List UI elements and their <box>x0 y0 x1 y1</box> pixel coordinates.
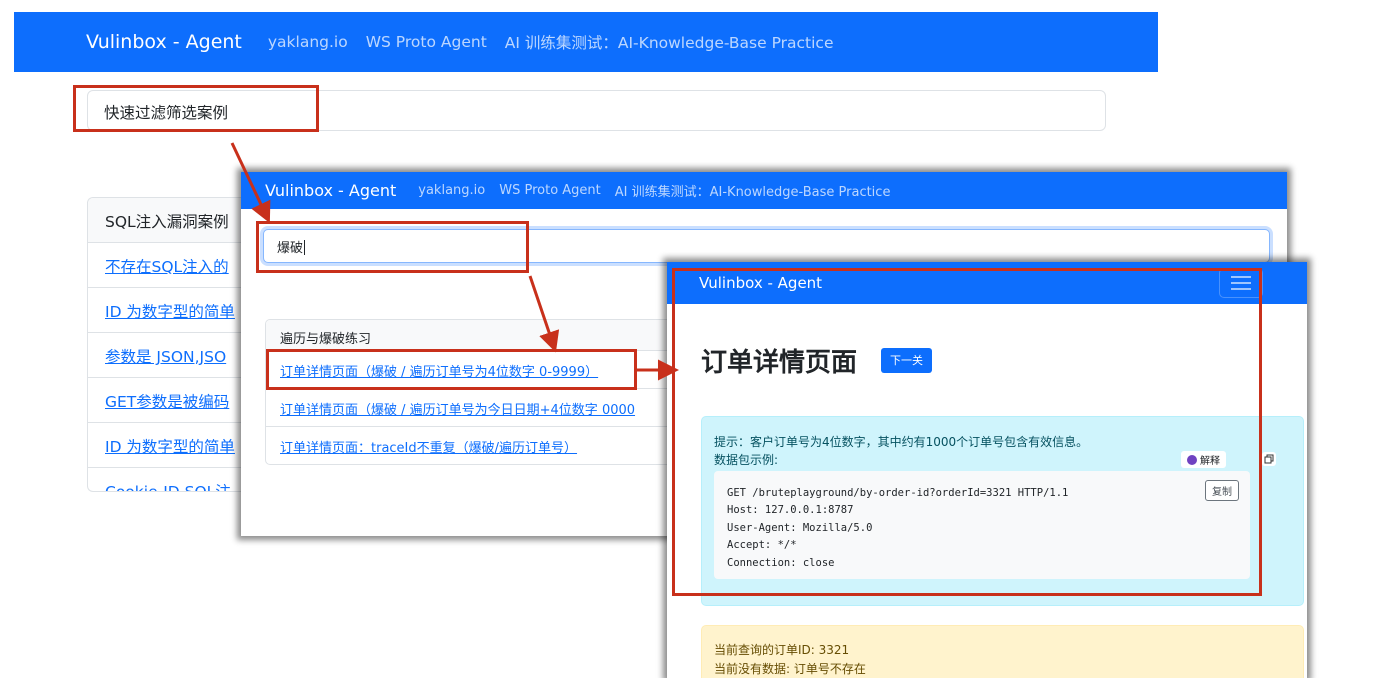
case-link[interactable]: 参数是 JSON,JSO <box>105 348 226 366</box>
list-item: ID 为数字型的简单 <box>88 288 257 333</box>
nav-link-ai-kb[interactable]: AI 训练集测试：AI-Knowledge-Base Practice <box>505 31 834 53</box>
highlight-box-case-link <box>266 349 637 390</box>
top-navbar: Vulinbox - Agent yaklang.io WS Proto Age… <box>14 12 1158 72</box>
status-alert: 当前查询的订单ID: 3321 当前没有数据: 订单号不存在 <box>701 625 1304 678</box>
card-title: 遍历与爆破练习 <box>266 320 684 351</box>
list-item: Cookie-ID SQL注 <box>88 468 257 491</box>
nav-link-yaklang[interactable]: yaklang.io <box>268 33 348 51</box>
nav-link-ai-kb[interactable]: AI 训练集测试：AI-Knowledge-Base Practice <box>615 181 891 200</box>
case-link[interactable]: ID 为数字型的简单 <box>105 438 235 456</box>
navbar-brand[interactable]: Vulinbox - Agent <box>265 181 396 200</box>
case-link[interactable]: ID 为数字型的简单 <box>105 303 235 321</box>
list-item: 参数是 JSON,JSO <box>88 333 257 378</box>
case-link[interactable]: 不存在SQL注入的 <box>105 258 229 276</box>
case-link[interactable]: 订单详情页面：traceId不重复（爆破/遍历订单号） <box>280 441 577 456</box>
sql-injection-card: SQL注入漏洞案例 不存在SQL注入的 ID 为数字型的简单 参数是 JSON,… <box>87 197 257 492</box>
highlight-box-filter <box>73 85 319 132</box>
list-item: 订单详情页面（爆破 / 遍历订单号为今日日期+4位数字 0000 <box>266 389 684 427</box>
brute-force-card: 遍历与爆破练习 订单详情页面（爆破 / 遍历订单号为4位数字 0-9999） 订… <box>265 319 685 465</box>
list-item: GET参数是被编码 <box>88 378 257 423</box>
list-item: 不存在SQL注入的 <box>88 243 257 288</box>
highlight-box-order-page <box>672 268 1262 596</box>
nav-link-ws-proto[interactable]: WS Proto Agent <box>499 183 601 198</box>
top-navbar: Vulinbox - Agent yaklang.io WS Proto Age… <box>241 172 1287 209</box>
case-link[interactable]: GET参数是被编码 <box>105 393 229 411</box>
case-link[interactable]: Cookie-ID SQL注 <box>105 483 231 491</box>
list-item: 订单详情页面：traceId不重复（爆破/遍历订单号） <box>266 427 684 464</box>
nav-link-yaklang[interactable]: yaklang.io <box>418 183 485 198</box>
navbar-brand[interactable]: Vulinbox - Agent <box>86 31 242 53</box>
case-link[interactable]: 订单详情页面（爆破 / 遍历订单号为今日日期+4位数字 0000 <box>280 403 635 418</box>
current-order-id: 当前查询的订单ID: 3321 <box>714 643 850 657</box>
copy-icon[interactable] <box>1262 452 1276 466</box>
nav-link-ws-proto[interactable]: WS Proto Agent <box>366 33 487 51</box>
highlight-box-search-term <box>256 221 529 273</box>
list-item: ID 为数字型的简单 <box>88 423 257 468</box>
no-data-message: 当前没有数据: 订单号不存在 <box>714 662 866 676</box>
card-title: SQL注入漏洞案例 <box>88 198 257 243</box>
